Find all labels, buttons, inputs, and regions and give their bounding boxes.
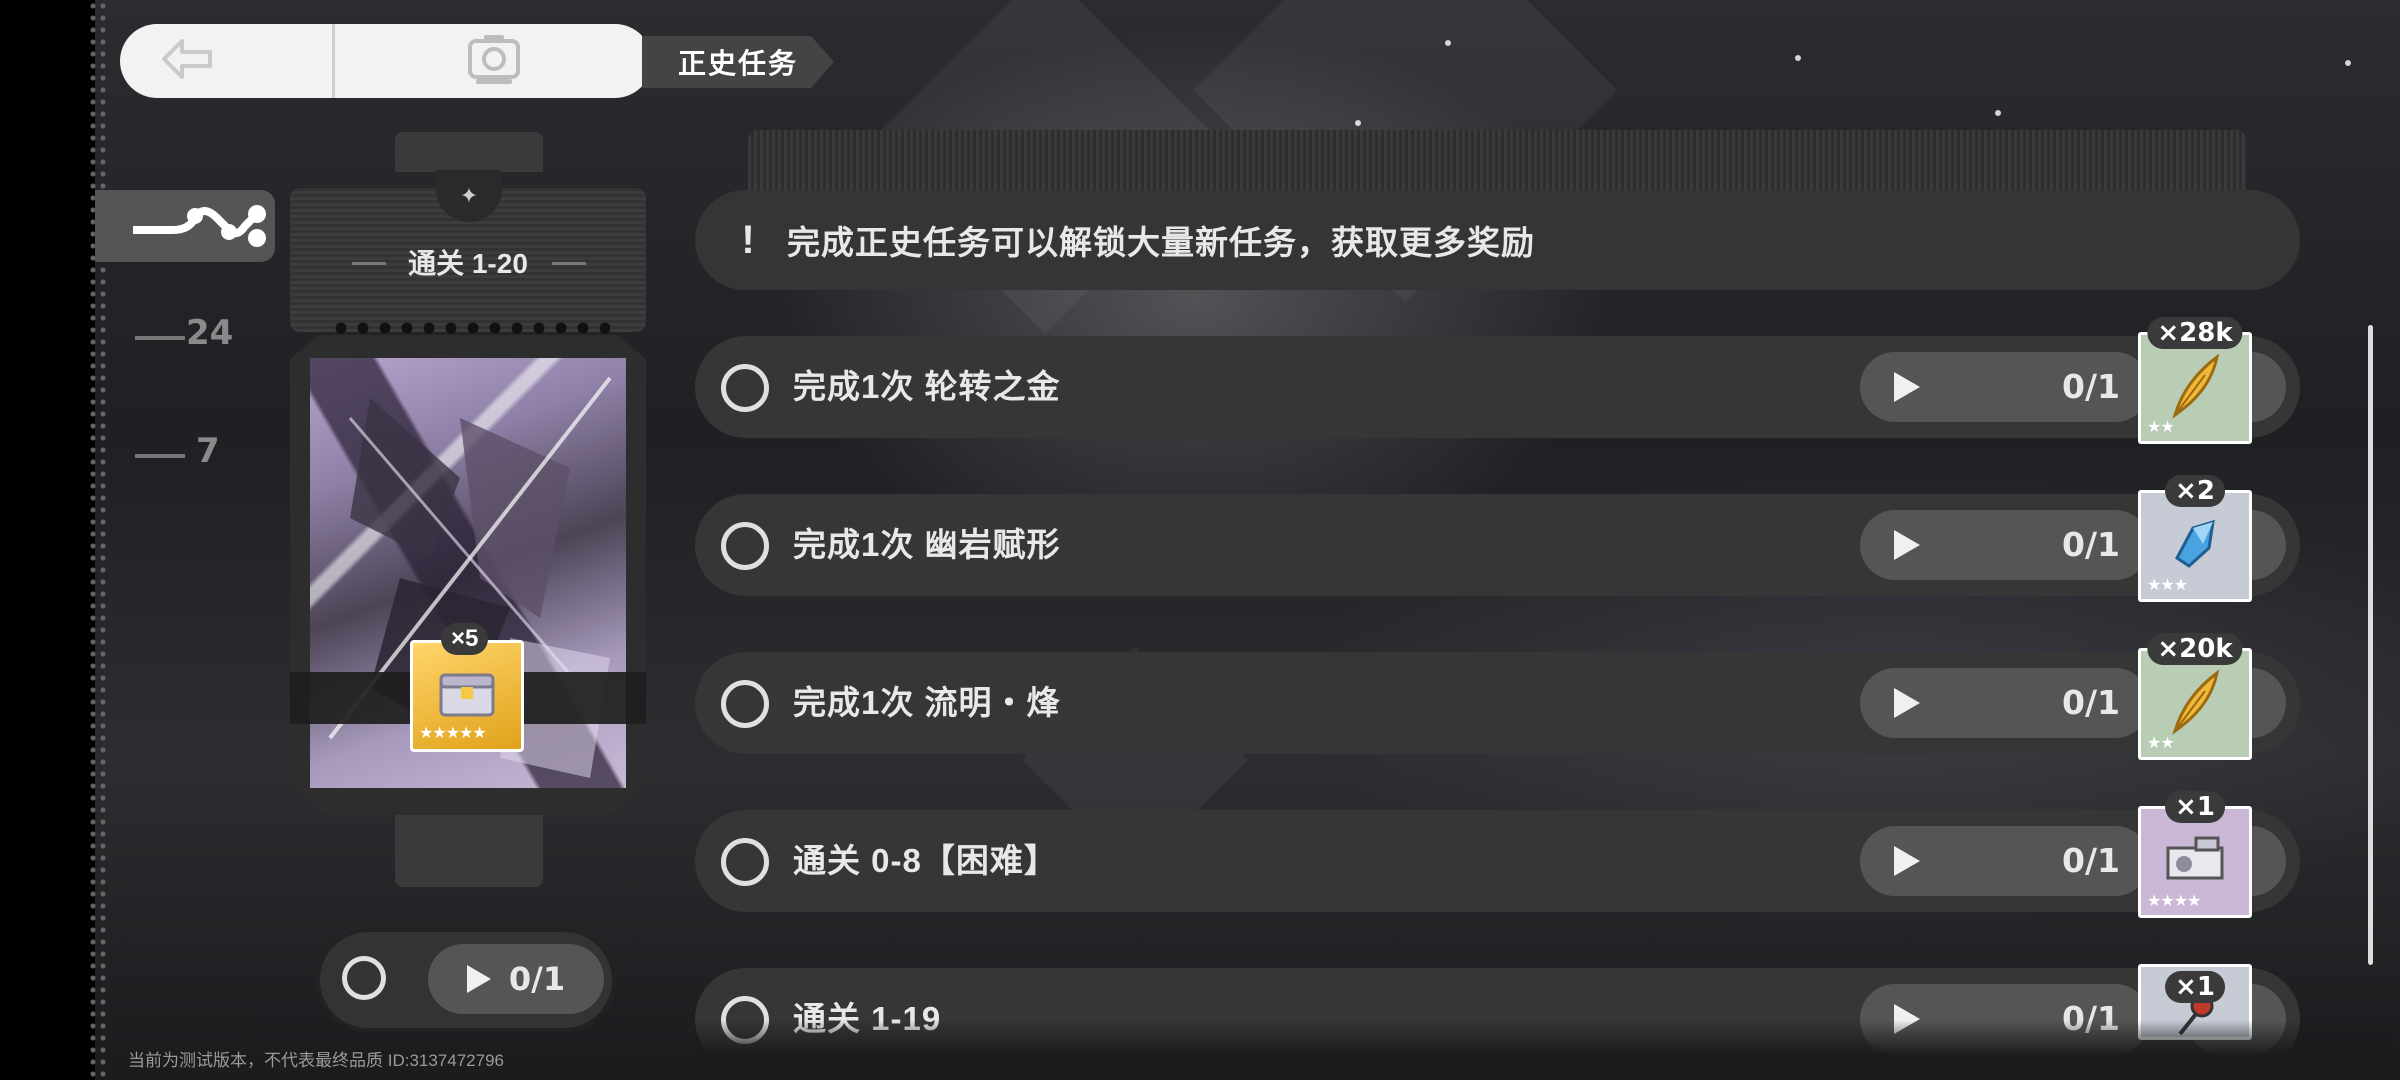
reward-item[interactable]: ×20k ★★ xyxy=(2138,633,2252,760)
decorative-dot-strip xyxy=(88,0,110,1080)
task-checkbox[interactable] xyxy=(721,364,769,412)
progress-text: 0/1 xyxy=(2062,367,2120,406)
card-task-row: 0/1 xyxy=(316,928,616,1032)
card-cap xyxy=(395,815,543,887)
play-icon xyxy=(1894,372,1920,402)
route-nodes-icon xyxy=(129,196,273,261)
scrollbar[interactable] xyxy=(2368,325,2373,965)
reward-quantity: ×1 xyxy=(2165,791,2225,823)
reward-item[interactable]: ×2 ★★★ xyxy=(2138,475,2252,602)
nav-item-24[interactable]: 24 xyxy=(186,313,233,353)
card-cap xyxy=(395,132,543,172)
rarity-stars: ★★ xyxy=(2147,419,2175,436)
tip-banner: ! 完成正史任务可以解锁大量新任务，获取更多奖励 xyxy=(695,190,2300,290)
rarity-stars: ★★★ xyxy=(2147,577,2188,594)
progress-text: 0/1 xyxy=(2062,683,2120,722)
reward-card-title: 通关 1-20 xyxy=(408,248,528,279)
task-label: 完成1次 流明・烽 xyxy=(793,684,1061,721)
nav-item-7[interactable]: 7 xyxy=(196,431,220,471)
gold-feather-icon xyxy=(2165,351,2225,426)
go-button[interactable]: 0/1 xyxy=(1860,352,2150,422)
rarity-stars: ★★ xyxy=(2147,735,2175,752)
progress-text: 0/1 xyxy=(508,960,566,998)
exclamation-icon: ! xyxy=(741,217,755,262)
go-button[interactable]: 0/1 xyxy=(1860,510,2150,580)
checkbox[interactable] xyxy=(342,956,386,1000)
rarity-stars: ★★★★ xyxy=(2147,893,2201,910)
task-checkbox[interactable] xyxy=(721,522,769,570)
nav-connector xyxy=(135,454,185,458)
task-row: 完成1次 幽岩赋形 0/1 xyxy=(695,494,2300,596)
bg-star xyxy=(1355,120,1361,126)
reward-quantity: ×2 xyxy=(2165,475,2225,507)
bg-star xyxy=(2345,60,2351,66)
go-button[interactable]: 0/1 xyxy=(1860,668,2150,738)
nav-connector xyxy=(135,336,185,340)
task-checkbox[interactable] xyxy=(721,838,769,886)
reward-quantity: ×20k xyxy=(2147,633,2243,665)
mechanism-icon xyxy=(2160,830,2230,895)
go-button[interactable]: 0/1 xyxy=(1860,826,2150,896)
reward-quantity: ×1 xyxy=(2165,971,2225,1003)
gold-feather-icon xyxy=(2165,667,2225,742)
card-perforation xyxy=(330,320,610,336)
play-icon xyxy=(1894,530,1920,560)
task-label: 完成1次 幽岩赋形 xyxy=(793,526,1061,563)
reward-item-chest[interactable]: ×5 ★★★★★ xyxy=(410,623,524,752)
nav-item-active[interactable] xyxy=(95,190,275,262)
top-nav-pill xyxy=(120,24,652,98)
play-icon xyxy=(1894,846,1920,876)
reward-quantity: ×28k xyxy=(2147,317,2243,349)
bg-star xyxy=(1445,40,1451,46)
task-checkbox[interactable] xyxy=(721,680,769,728)
page-title: 正史任务 xyxy=(642,36,834,88)
blue-crystal-icon xyxy=(2165,514,2225,579)
bg-star xyxy=(1995,110,2001,116)
go-button[interactable]: 0/1 xyxy=(428,944,604,1014)
progress-text: 0/1 xyxy=(2062,841,2120,880)
version-watermark: 当前为测试版本，不代表最终品质 ID:3137472796 xyxy=(128,1051,504,1070)
back-button[interactable] xyxy=(120,24,335,98)
tip-text: 完成正史任务可以解锁大量新任务，获取更多奖励 xyxy=(787,224,1535,261)
play-icon xyxy=(466,965,491,993)
camera-icon xyxy=(466,31,522,92)
reward-item[interactable]: ×28k ★★ xyxy=(2138,317,2252,444)
reward-quantity: ×5 xyxy=(441,623,489,655)
list-bottom-fade xyxy=(695,1020,2395,1080)
task-label: 完成1次 轮转之金 xyxy=(793,368,1061,405)
rarity-stars: ★★★★★ xyxy=(419,725,487,742)
camera-button[interactable] xyxy=(335,24,652,98)
task-row: 完成1次 流明・烽 0/1 xyxy=(695,652,2300,754)
task-row: 完成1次 轮转之金 0/1 xyxy=(695,336,2300,438)
task-label: 通关 0-8【困难】 xyxy=(793,842,1058,879)
task-row: 通关 0-8【困难】 0/1 xyxy=(695,810,2300,912)
play-icon xyxy=(1894,688,1920,718)
progress-text: 0/1 xyxy=(2062,525,2120,564)
bg-star xyxy=(1795,55,1801,61)
arrow-left-icon xyxy=(160,38,214,84)
chest-icon xyxy=(435,667,499,726)
reward-item[interactable]: ×1 ★★★★ xyxy=(2138,791,2252,918)
